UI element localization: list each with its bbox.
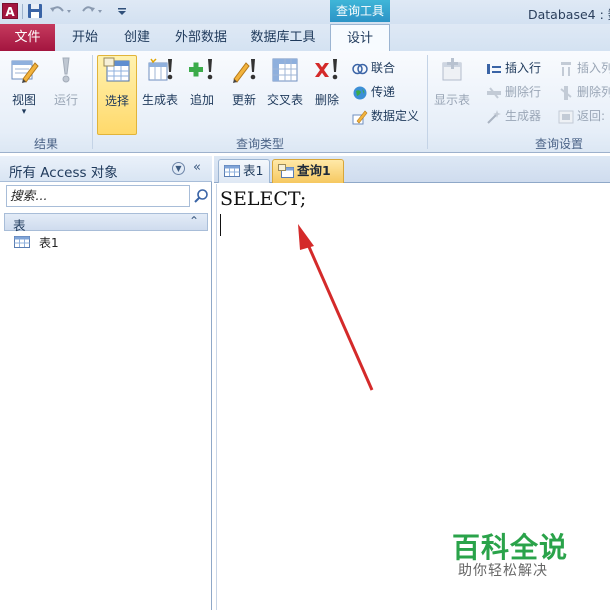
crosstab-button[interactable]: 交叉表	[264, 55, 306, 131]
pass-through-label: 传递	[371, 85, 396, 99]
builder-label: 生成器	[505, 109, 542, 123]
undo-icon[interactable]	[49, 3, 73, 19]
query-icon	[278, 164, 294, 178]
ribbon: 视图 ▾ 运行 结果 选择 生成表 追加 更新 交叉表 删除 联合 传递 数据定…	[0, 51, 610, 153]
search-icon[interactable]	[193, 188, 209, 204]
insert-rows-label: 插入行	[505, 61, 542, 75]
builder-button[interactable]: 生成器	[486, 106, 541, 126]
union-button[interactable]: 联合	[352, 58, 395, 78]
return-icon	[558, 110, 574, 123]
navigation-pane-title: 所有 Access 对象	[9, 165, 118, 181]
customize-toolbar-dropdown-icon[interactable]	[114, 3, 130, 19]
return-button[interactable]: 返回:	[558, 106, 605, 126]
text-caret	[220, 214, 221, 236]
data-definition-button[interactable]: 数据定义	[352, 106, 419, 126]
tab-design[interactable]: 设计	[330, 24, 390, 52]
delete-rows-button[interactable]: 删除行	[486, 82, 541, 102]
delete-rows-label: 删除行	[505, 85, 542, 99]
insert-columns-icon	[561, 61, 571, 76]
make-table-label: 生成表	[141, 93, 178, 107]
sql-text[interactable]: SELECT;	[220, 188, 306, 210]
doc-tab-table1[interactable]: 表1	[218, 159, 270, 183]
run-button[interactable]: 运行	[46, 55, 86, 131]
tab-file[interactable]: 文件	[0, 24, 55, 51]
navigation-menu-dropdown-icon[interactable]: ▼	[172, 162, 185, 175]
union-icon	[352, 63, 368, 74]
make-table-button[interactable]: 生成表	[140, 55, 180, 131]
union-label: 联合	[371, 61, 396, 75]
show-table-button[interactable]: 显示表	[432, 55, 472, 131]
view-label: 视图	[11, 93, 36, 107]
delete-columns-button[interactable]: 删除列	[558, 82, 610, 102]
show-table-label: 显示表	[433, 93, 470, 107]
nav-item-label: 表1	[39, 236, 59, 250]
update-label: 更新	[231, 93, 256, 107]
tab-home[interactable]: 开始	[62, 24, 108, 51]
data-definition-label: 数据定义	[371, 109, 420, 123]
tables-group-header[interactable]: 表 ⌃	[4, 213, 208, 233]
select-query-icon	[103, 57, 130, 82]
delete-query-label: 删除	[314, 93, 339, 107]
delete-columns-icon	[560, 85, 572, 100]
run-label: 运行	[53, 93, 78, 107]
insert-rows-icon	[487, 63, 501, 74]
collapse-pane-icon[interactable]: «	[193, 160, 201, 175]
navigation-pane: 所有 Access 对象 ▼ « 搜索... 表 ⌃ 表1	[0, 156, 212, 610]
append-icon	[189, 59, 213, 80]
group-label-query-setup: 查询设置	[534, 137, 583, 151]
table-icon	[224, 165, 240, 177]
make-table-icon	[148, 58, 173, 81]
search-input[interactable]: 搜索...	[6, 185, 190, 207]
builder-icon	[487, 109, 501, 124]
view-button[interactable]: 视图 ▾	[4, 55, 44, 131]
navigation-pane-header[interactable]: 所有 Access 对象 ▼ «	[0, 156, 212, 182]
crosstab-icon	[272, 58, 298, 82]
delete-rows-icon	[487, 86, 501, 99]
save-icon[interactable]	[27, 3, 43, 19]
delete-query-icon	[315, 59, 338, 80]
select-query-button[interactable]: 选择	[97, 55, 137, 135]
title-bar: A 查询工具 Database4 : 数	[0, 0, 610, 24]
ribbon-tab-bar: 文件 开始 创建 外部数据 数据库工具 设计	[0, 24, 610, 52]
chevron-up-icon[interactable]: ⌃	[189, 214, 199, 228]
update-icon	[233, 59, 256, 83]
doc-tab-query1[interactable]: 查询1	[272, 159, 344, 183]
return-label: 返回:	[577, 109, 606, 123]
doc-tab-label: 查询1	[297, 163, 331, 178]
data-definition-icon	[352, 110, 368, 124]
insert-rows-button[interactable]: 插入行	[486, 58, 541, 78]
tables-group-label: 表	[13, 218, 26, 233]
delete-columns-label: 删除列	[577, 85, 610, 99]
group-label-query-type: 查询类型	[235, 137, 284, 151]
insert-columns-label: 插入列	[577, 61, 610, 75]
redo-icon[interactable]	[80, 3, 104, 19]
window-title: Database4 : 数	[528, 7, 610, 22]
view-dropdown-icon: ▾	[21, 107, 27, 117]
select-query-label: 选择	[104, 94, 129, 108]
pass-through-button[interactable]: 传递	[352, 82, 395, 102]
watermark: 百科全说 助你轻松解决	[436, 520, 586, 582]
append-button[interactable]: 追加	[182, 55, 222, 131]
watermark-subtitle: 助你轻松解决	[458, 563, 548, 579]
crosstab-label: 交叉表	[266, 93, 303, 107]
quick-access-separator	[22, 4, 23, 19]
append-label: 追加	[189, 93, 214, 107]
doc-tab-label: 表1	[243, 163, 264, 178]
globe-icon	[353, 86, 367, 99]
tab-create[interactable]: 创建	[116, 24, 158, 51]
insert-columns-button[interactable]: 插入列	[558, 58, 610, 78]
view-icon	[11, 60, 39, 83]
nav-item-table1[interactable]: 表1	[14, 234, 59, 252]
delete-query-button[interactable]: 删除	[307, 55, 347, 131]
group-label-results: 结果	[33, 137, 58, 151]
show-table-icon	[442, 58, 462, 81]
update-button[interactable]: 更新	[224, 55, 264, 131]
tab-external-data[interactable]: 外部数据	[168, 24, 234, 51]
run-icon	[62, 57, 70, 83]
document-tab-bar: 表1 查询1	[214, 156, 610, 183]
tab-database-tools[interactable]: 数据库工具	[244, 24, 322, 51]
access-app-icon[interactable]: A	[2, 3, 18, 19]
table-icon	[14, 236, 30, 248]
contextual-tab-group-label: 查询工具	[330, 0, 390, 22]
